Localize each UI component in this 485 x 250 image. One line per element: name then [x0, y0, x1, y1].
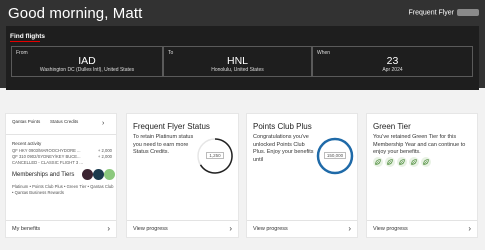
leaf-icon [421, 157, 431, 167]
recent-activity-label: Recent activity [12, 141, 42, 146]
account-card: Qantas Points Status Credits › Recent ac… [5, 113, 117, 238]
status-progress-ring: 1,250 [195, 136, 235, 176]
divider [247, 220, 357, 221]
chevron-right-icon[interactable]: › [107, 224, 110, 233]
platinum-badge-icon [82, 169, 93, 180]
when-day: 23 [386, 55, 399, 67]
from-field[interactable]: From IAD Washington DC (Dulles Intl), Un… [11, 46, 163, 77]
points-card-title: Points Club Plus [253, 122, 312, 131]
green-card-body: You've retained Green Tier for this Memb… [373, 134, 466, 156]
points-progress-ring: 150,000 [315, 136, 355, 176]
status-card-title: Frequent Flyer Status [133, 122, 210, 131]
greeting: Good morning, Matt [8, 5, 143, 22]
find-flights-underline [10, 41, 40, 42]
from-airport: Washington DC (Dulles Intl), United Stat… [39, 67, 135, 73]
points-club-card: Points Club Plus Congratulations you've … [246, 113, 358, 238]
leaf-icon [385, 157, 395, 167]
leaf-icon [373, 157, 383, 167]
status-card: Frequent Flyer Status To retain Platinum… [126, 113, 239, 238]
leaf-icon [409, 157, 419, 167]
tiers-list: Platinum • Points Club Plus • Green Tier… [12, 184, 114, 195]
points-ring-value: 150,000 [323, 152, 347, 159]
points-club-badge-icon [93, 169, 104, 180]
chevron-right-icon[interactable]: › [102, 120, 104, 127]
find-flights-title: Find flights [10, 33, 46, 40]
tab-status-credits[interactable]: Status Credits [50, 119, 78, 124]
status-card-body: To retain Platinum status you need to ea… [133, 134, 194, 156]
leaf-icon [397, 157, 407, 167]
chevron-right-icon[interactable]: › [229, 224, 232, 233]
when-month: Apr 2024 [382, 67, 403, 73]
activity-amount: + 2,000 [97, 154, 112, 159]
to-airport: Honolulu, United States [211, 67, 264, 73]
divider [6, 134, 116, 135]
green-tier-card: Green Tier You've retained Green Tier fo… [366, 113, 478, 238]
redacted-number [457, 9, 479, 16]
tab-qantas-points[interactable]: Qantas Points [12, 119, 40, 124]
view-progress-link[interactable]: View progress [253, 226, 288, 232]
activity-desc: QF HKY 0903/MAROOCHYDORE ... [12, 148, 81, 153]
frequent-flyer-text: Frequent Flyer [408, 9, 455, 17]
activity-desc: QF 310 0902/SYDNEY/KEY BUCE... [12, 154, 81, 159]
my-benefits-link[interactable]: My benefits [12, 226, 40, 232]
status-ring-value: 1,250 [206, 152, 224, 159]
frequent-flyer-label[interactable]: Frequent Flyer [409, 9, 479, 16]
view-progress-link[interactable]: View progress [373, 226, 408, 232]
to-code: HNL [226, 55, 248, 67]
divider [127, 220, 238, 221]
activity-row[interactable]: CANCELLED - CLASSIC FLIGHT 3 ... [12, 160, 112, 165]
green-card-title: Green Tier [373, 122, 411, 131]
chevron-right-icon[interactable]: › [348, 224, 351, 233]
view-progress-link[interactable]: View progress [133, 226, 168, 232]
activity-row[interactable]: QF HKY 0903/MAROOCHYDORE ... + 2,000 [12, 148, 112, 153]
points-card-body: Congratulations you've unlocked Points C… [253, 134, 314, 163]
activity-row[interactable]: QF 310 0902/SYDNEY/KEY BUCE... + 2,000 [12, 154, 112, 159]
to-field[interactable]: To HNL Honolulu, United States [163, 46, 312, 77]
activity-amount: + 2,000 [97, 148, 112, 153]
from-code: IAD [78, 55, 96, 67]
divider [6, 220, 116, 221]
divider [367, 220, 477, 221]
green-tier-badge-icon [104, 169, 115, 180]
memberships-title: Memberships and Tiers [12, 172, 75, 178]
leaf-icons [373, 157, 431, 167]
chevron-right-icon[interactable]: › [468, 224, 471, 233]
activity-desc: CANCELLED - CLASSIC FLIGHT 3 ... [12, 160, 83, 165]
when-field[interactable]: When 23 Apr 2024 [312, 46, 473, 77]
